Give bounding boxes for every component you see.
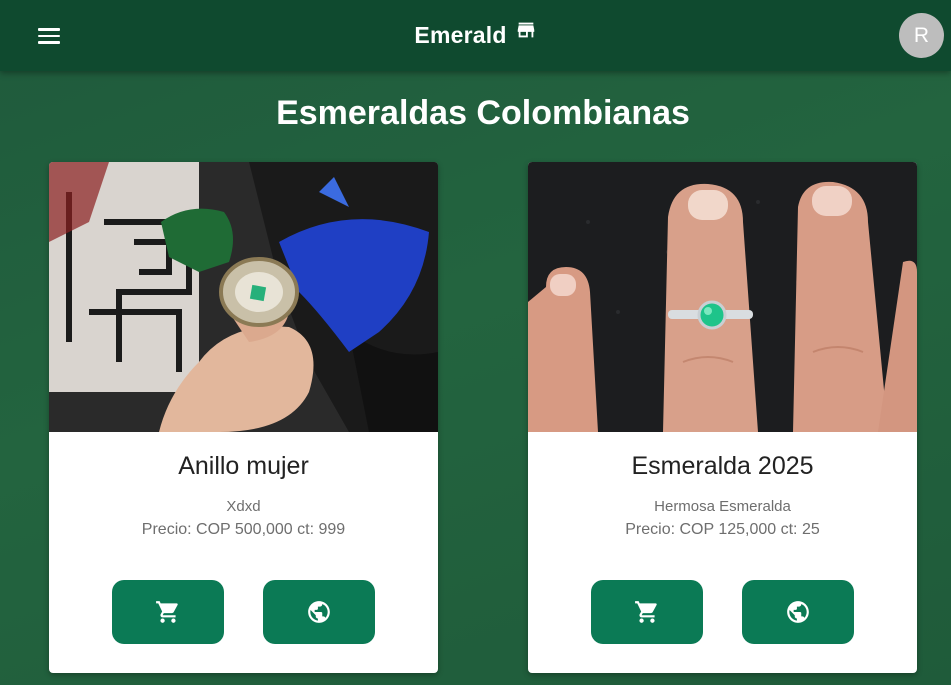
website-button[interactable] <box>263 580 375 644</box>
store-icon <box>517 22 534 38</box>
product-card: Esmeralda 2025 Hermosa Esmeralda Precio:… <box>528 162 917 673</box>
add-to-cart-button[interactable] <box>112 580 224 644</box>
product-card: Anillo mujer Xdxd Precio: COP 500,000 ct… <box>49 162 438 673</box>
brand[interactable]: Emerald <box>0 18 951 52</box>
add-to-cart-button[interactable] <box>591 580 703 644</box>
product-name: Anillo mujer <box>178 452 309 480</box>
app-bar: Emerald R <box>0 0 951 71</box>
product-description: Hermosa Esmeralda <box>654 498 791 515</box>
product-price: Precio: COP 500,000 ct: 999 <box>141 521 346 538</box>
page-title: Esmeraldas Colombianas <box>276 94 690 132</box>
product-image <box>528 162 917 432</box>
cart-icon <box>635 601 657 623</box>
product-description: Xdxd <box>226 498 261 515</box>
product-name: Esmeralda 2025 <box>631 452 814 480</box>
product-price: Precio: COP 125,000 ct: 25 <box>625 521 820 538</box>
app-title: Emerald <box>414 21 507 48</box>
globe-icon <box>308 601 330 623</box>
user-avatar[interactable]: R <box>899 13 944 58</box>
cart-icon <box>156 601 178 623</box>
product-image <box>49 162 438 432</box>
globe-icon <box>787 601 809 623</box>
website-button[interactable] <box>742 580 854 644</box>
